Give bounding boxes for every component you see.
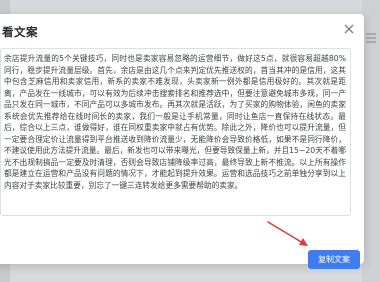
copy-text-dialog: 看文案 余店提升流量的5个关键技巧，同时也是卖家容易忽略的运营细节，做好这5点，… <box>0 14 364 269</box>
copy-text-button[interactable]: 复制文案 <box>308 250 360 269</box>
close-icon[interactable] <box>342 22 356 36</box>
grip-line <box>366 33 376 35</box>
dialog-title: 看文案 <box>2 25 38 39</box>
background-right-panel <box>362 0 380 282</box>
close-button[interactable] <box>342 22 356 36</box>
copy-text-area[interactable]: 余店提升流量的5个关键技巧，同时也是卖家容易忽略的运营细节，做好这5点，就很容易… <box>0 48 351 216</box>
copy-text-content: 余店提升流量的5个关键技巧，同时也是卖家容易忽略的运营细节，做好这5点，就很容易… <box>4 54 346 190</box>
grip-line <box>366 41 376 43</box>
grip-line <box>366 37 376 39</box>
